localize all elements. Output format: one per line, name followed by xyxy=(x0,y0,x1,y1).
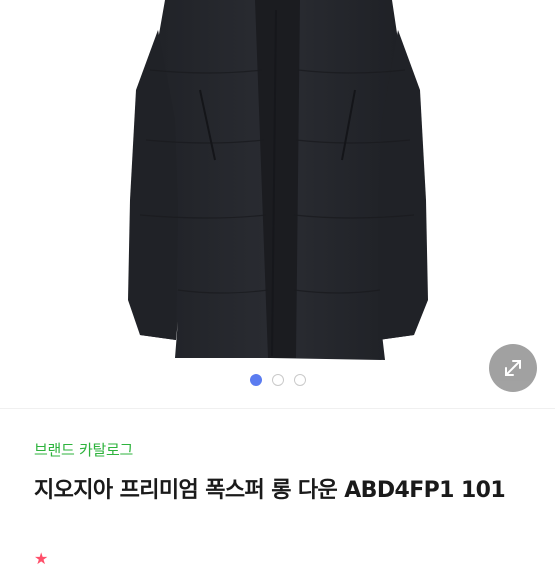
carousel-dot-1[interactable] xyxy=(249,374,262,386)
product-title: 지오지아 프리미엄 폭스퍼 롱 다운 ABD4FP1 101 xyxy=(34,478,506,503)
star-icon: ★ xyxy=(34,548,49,568)
carousel-dot-3[interactable] xyxy=(293,374,306,386)
section-divider xyxy=(0,408,555,409)
product-image-gallery[interactable] xyxy=(0,0,555,408)
carousel-dot-2[interactable] xyxy=(271,374,284,386)
expand-image-button[interactable] xyxy=(489,344,537,392)
product-photo xyxy=(128,0,428,360)
carousel-indicator xyxy=(0,374,555,388)
rating-row[interactable]: ★ xyxy=(34,546,48,570)
expand-arrows-icon xyxy=(505,360,521,376)
brand-catalog-link[interactable]: 브랜드 카탈로그 xyxy=(34,439,133,460)
